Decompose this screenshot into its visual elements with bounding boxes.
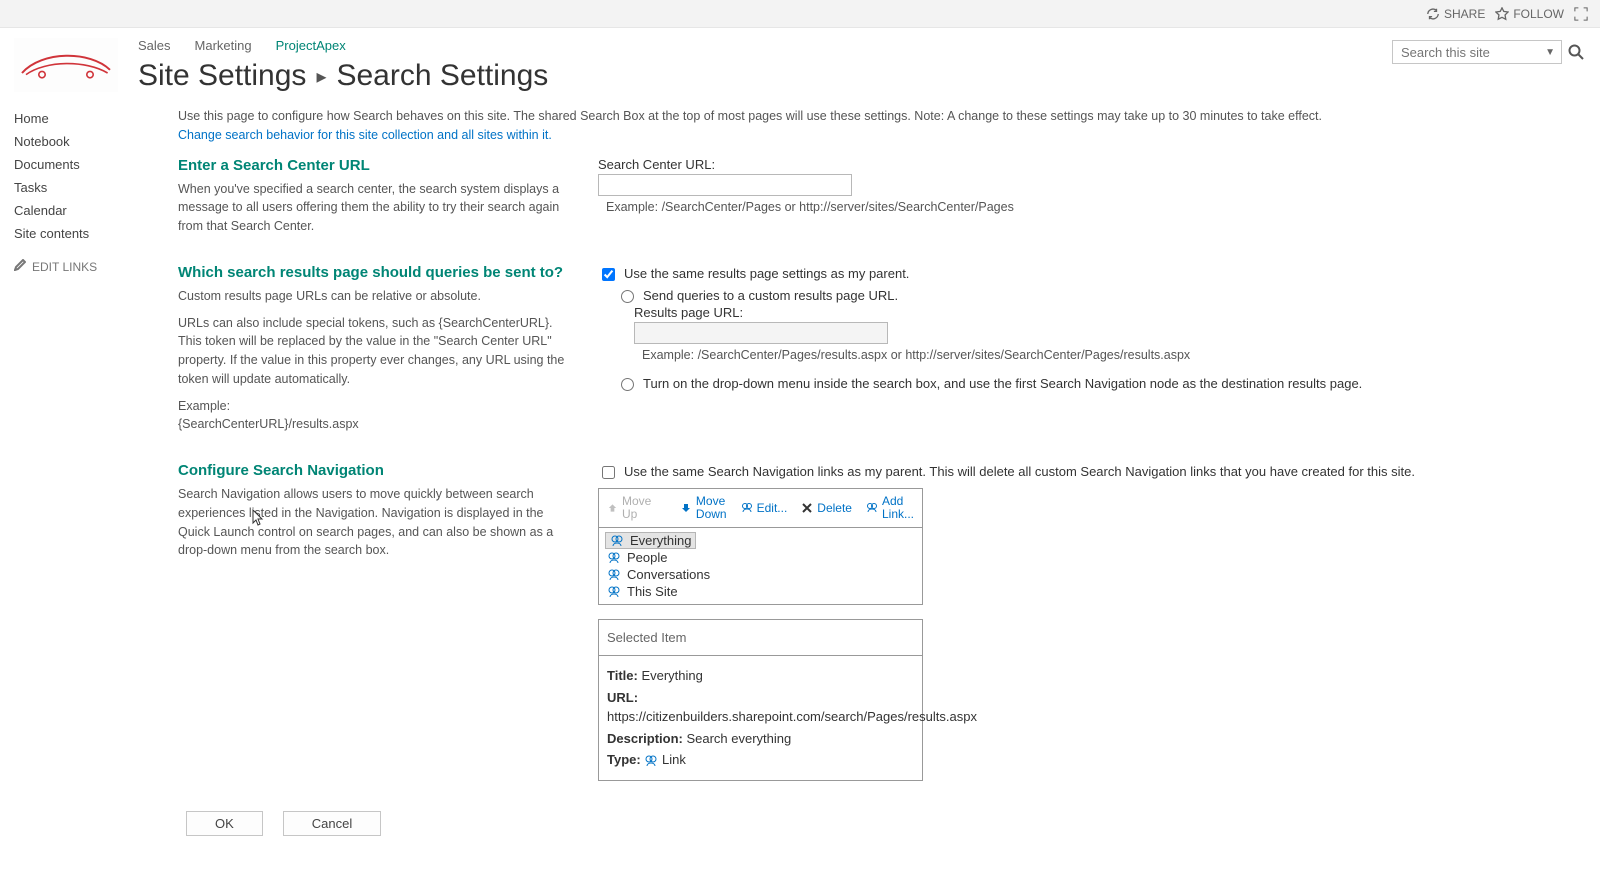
quick-launch: Home Notebook Documents Tasks Calendar S… <box>0 107 160 274</box>
follow-label: FOLLOW <box>1513 7 1564 21</box>
breadcrumb-sep-icon: ▸ <box>316 64 326 89</box>
search-center-url-example: Example: /SearchCenter/Pages or http://s… <box>598 200 1560 214</box>
form-buttons: OK Cancel <box>178 811 1560 836</box>
edit-nav-button[interactable]: Edit... <box>737 500 792 517</box>
use-parent-results-checkbox[interactable] <box>602 268 615 281</box>
link-icon <box>607 568 621 582</box>
results-page-url-example: Example: /SearchCenter/Pages/results.asp… <box>634 348 1560 362</box>
custom-results-label: Send queries to a custom results page UR… <box>643 288 898 303</box>
focus-action[interactable] <box>1574 7 1588 21</box>
nav-item-thissite[interactable]: This Site <box>605 583 916 600</box>
leftnav-home[interactable]: Home <box>14 107 160 130</box>
section1-desc: When you've specified a search center, t… <box>178 180 578 236</box>
breadcrumb-current: Search Settings <box>336 59 548 93</box>
nav-item-conversations[interactable]: Conversations <box>605 566 916 583</box>
leftnav-sitecontents[interactable]: Site contents <box>14 222 160 245</box>
search-input[interactable] <box>1399 44 1529 61</box>
use-parent-nav-checkbox[interactable] <box>602 466 615 479</box>
leftnav-notebook[interactable]: Notebook <box>14 130 160 153</box>
leftnav-documents[interactable]: Documents <box>14 153 160 176</box>
edit-links[interactable]: EDIT LINKS <box>14 259 160 274</box>
selected-item-header: Selected Item <box>598 619 923 655</box>
site-logo[interactable] <box>14 38 118 92</box>
ok-button[interactable]: OK <box>186 811 263 836</box>
addlink-button[interactable]: Add Link... <box>862 493 918 523</box>
search-icon[interactable] <box>1568 44 1584 60</box>
topnav-projectapex[interactable]: ProjectApex <box>276 38 346 53</box>
moveup-button: Move Up <box>603 493 670 523</box>
nav-toolbar: Move Up Move Down Edit... Delete <box>599 489 922 528</box>
edit-links-label: EDIT LINKS <box>32 260 97 274</box>
sync-icon <box>1426 7 1440 21</box>
delete-nav-button[interactable]: Delete <box>797 500 856 517</box>
dropdown-results-label: Turn on the drop-down menu inside the se… <box>643 376 1362 391</box>
cancel-button[interactable]: Cancel <box>283 811 381 836</box>
selected-item-panel: Title: Everything URL:https://citizenbui… <box>598 655 923 781</box>
leftnav-calendar[interactable]: Calendar <box>14 199 160 222</box>
results-page-url-label: Results page URL: <box>634 305 1560 320</box>
suite-bar: SHARE FOLLOW <box>0 0 1600 28</box>
movedown-button[interactable]: Move Down <box>676 493 731 523</box>
pencil-icon <box>14 259 26 274</box>
use-parent-results-label: Use the same results page settings as my… <box>624 266 909 281</box>
section2-desc2: URLs can also include special tokens, su… <box>178 314 578 389</box>
nav-editor: Move Up Move Down Edit... Delete <box>598 488 923 605</box>
section2-desc1: Custom results page URLs can be relative… <box>178 287 578 306</box>
site-logo-cell <box>0 28 120 92</box>
nav-item-everything[interactable]: Everything <box>605 532 696 549</box>
breadcrumb-parent[interactable]: Site Settings <box>138 59 306 93</box>
section3-title: Configure Search Navigation <box>178 462 578 479</box>
link-icon <box>610 534 624 548</box>
dropdown-results-radio[interactable] <box>621 378 634 391</box>
search-center-url-input[interactable] <box>598 174 852 196</box>
intro-text: Use this page to configure how Search be… <box>178 107 1560 145</box>
site-search-box[interactable]: ▼ <box>1392 40 1562 64</box>
intro-link[interactable]: Change search behavior for this site col… <box>178 128 552 142</box>
share-label: SHARE <box>1444 7 1485 21</box>
nav-item-people[interactable]: People <box>605 549 916 566</box>
star-icon <box>1495 7 1509 21</box>
sync-action[interactable]: SHARE <box>1426 7 1485 21</box>
topnav-sales[interactable]: Sales <box>138 38 171 53</box>
search-center-url-label: Search Center URL: <box>598 157 1560 172</box>
topnav-marketing[interactable]: Marketing <box>195 38 252 53</box>
nav-list: Everything People Conversations Thi <box>599 528 922 604</box>
follow-action[interactable]: FOLLOW <box>1495 7 1564 21</box>
focus-icon <box>1574 7 1588 21</box>
link-icon <box>607 551 621 565</box>
page-title: Site Settings ▸ Search Settings <box>120 59 1392 93</box>
custom-results-radio[interactable] <box>621 290 634 303</box>
top-nav: Sales Marketing ProjectApex <box>120 38 1392 53</box>
section2-title: Which search results page should queries… <box>178 264 578 281</box>
search-dropdown-icon[interactable]: ▼ <box>1545 47 1555 58</box>
use-parent-nav-label: Use the same Search Navigation links as … <box>624 464 1415 479</box>
section2-desc3: Example:{SearchCenterURL}/results.aspx <box>178 397 578 435</box>
link-icon <box>644 754 658 768</box>
section3-desc: Search Navigation allows users to move q… <box>178 485 578 560</box>
leftnav-tasks[interactable]: Tasks <box>14 176 160 199</box>
section1-title: Enter a Search Center URL <box>178 157 578 174</box>
link-icon <box>607 585 621 599</box>
content-area: Use this page to configure how Search be… <box>160 107 1600 876</box>
results-page-url-input <box>634 322 888 344</box>
